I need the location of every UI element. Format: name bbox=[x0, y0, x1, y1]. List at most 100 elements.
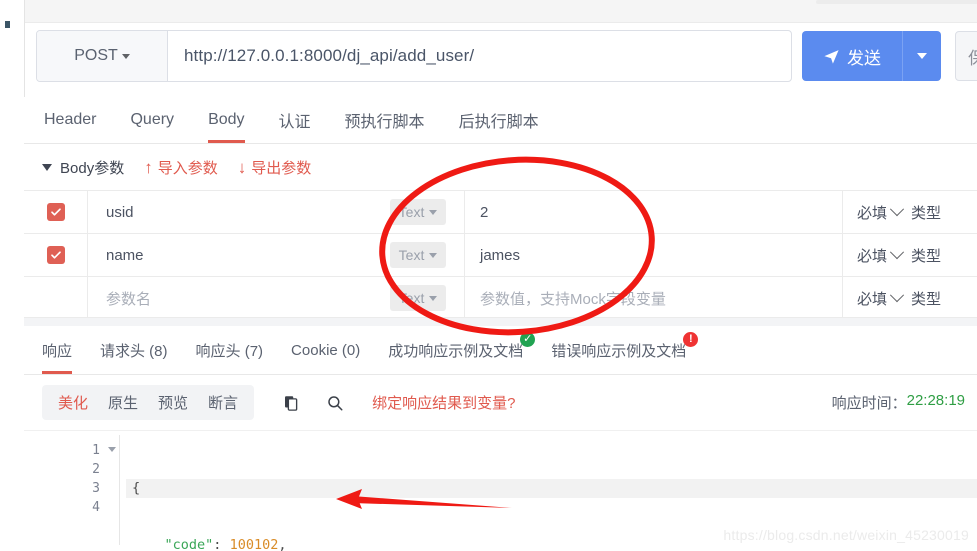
chevron-down-icon bbox=[429, 252, 438, 258]
response-time-value: 22:28:19 bbox=[906, 392, 965, 409]
tab-header[interactable]: Header bbox=[44, 97, 96, 143]
line-number-text: 3 bbox=[92, 481, 100, 496]
chevron-down-icon bbox=[889, 245, 905, 260]
tab-query[interactable]: Query bbox=[130, 97, 174, 143]
line-number: 4 bbox=[64, 498, 104, 517]
json-open-brace: { bbox=[132, 480, 141, 496]
tab-response-headers[interactable]: 响应头 (7) bbox=[196, 326, 264, 374]
method-label: POST bbox=[74, 47, 118, 64]
tab-label: 认证 bbox=[278, 114, 311, 131]
param-name-input[interactable]: 参数名 bbox=[88, 288, 372, 309]
line-number: 2 bbox=[64, 460, 104, 479]
import-params-button[interactable]: ↑ 导入参数 bbox=[144, 157, 218, 178]
badge-glyph: ✓ bbox=[523, 333, 533, 345]
tab-auth[interactable]: 认证 bbox=[279, 97, 311, 143]
tab-success-example[interactable]: 成功响应示例及文档 ✓ bbox=[388, 326, 536, 374]
tab-request-headers[interactable]: 请求头 (8) bbox=[100, 326, 168, 374]
response-time: 响应时间： 22:28:19 bbox=[832, 392, 965, 413]
body-params-toggle[interactable]: Body参数 bbox=[42, 157, 124, 178]
param-value-text: 2 bbox=[480, 203, 489, 221]
param-value-text: james bbox=[480, 246, 521, 264]
tab-cookie[interactable]: Cookie (0) bbox=[291, 326, 360, 374]
success-check-icon: ✓ bbox=[520, 332, 536, 347]
param-type-cell: Text bbox=[372, 199, 464, 225]
ghost-toolbar-chip bbox=[816, 0, 977, 4]
chevron-down-icon bbox=[429, 209, 438, 215]
save-button[interactable]: 保 bbox=[955, 31, 977, 81]
param-type-link[interactable]: 类型 bbox=[911, 245, 941, 266]
param-type-select[interactable]: Text bbox=[389, 242, 447, 268]
line-number: 3 bbox=[64, 479, 104, 498]
chevron-down-icon bbox=[429, 295, 438, 301]
view-mode-raw[interactable]: 原生 bbox=[98, 390, 148, 415]
tab-label: 错误响应示例及文档 bbox=[551, 342, 687, 360]
error-exclamation-icon: ! bbox=[683, 332, 699, 347]
tab-post-script[interactable]: 后执行脚本 bbox=[459, 97, 539, 143]
row-checkbox[interactable] bbox=[46, 246, 65, 264]
param-name-input[interactable]: name bbox=[88, 247, 372, 264]
arrow-down-icon: ↓ bbox=[237, 157, 247, 177]
param-type-select[interactable]: Text bbox=[389, 199, 447, 225]
view-mode-preview[interactable]: 预览 bbox=[148, 390, 198, 415]
tab-label: 响应头 (7) bbox=[195, 342, 264, 360]
chevron-down-icon bbox=[121, 53, 130, 59]
param-required-cell: 必填 类型 bbox=[842, 277, 977, 319]
row-enable-cell bbox=[24, 191, 88, 233]
param-required-cell: 必填 类型 bbox=[842, 234, 977, 276]
param-name-input[interactable]: usid bbox=[88, 204, 372, 221]
json-comma: , bbox=[278, 537, 287, 551]
request-tabs: Header Query Body 认证 预执行脚本 后执行脚本 bbox=[24, 97, 977, 144]
tab-pre-script[interactable]: 预执行脚本 bbox=[345, 97, 425, 143]
param-name-text: usid bbox=[106, 203, 134, 221]
json-key-code: "code" bbox=[164, 537, 214, 551]
send-button[interactable]: 发送 bbox=[802, 31, 902, 81]
param-required-select[interactable]: 必填 bbox=[857, 288, 905, 309]
chevron-down-icon bbox=[889, 202, 905, 217]
response-viewer-toolbar: 美化 原生 预览 断言 绑定响应结果到变量? 响应时间： 22:28:19 bbox=[24, 375, 977, 430]
param-type-select[interactable]: Text bbox=[389, 285, 447, 311]
param-name-placeholder: 参数名 bbox=[106, 290, 152, 308]
table-row: usid Text 2 必填 类型 bbox=[24, 191, 977, 234]
bind-response-variable-link[interactable]: 绑定响应结果到变量? bbox=[372, 392, 515, 413]
chevron-down-icon bbox=[917, 53, 927, 59]
import-params-label: 导入参数 bbox=[157, 159, 218, 177]
param-required-label: 必填 bbox=[857, 204, 888, 222]
url-input[interactable]: http://127.0.0.1:8000/dj_api/add_user/ bbox=[168, 31, 791, 81]
param-type-link[interactable]: 类型 bbox=[911, 202, 941, 223]
body-params-table: usid Text 2 必填 类型 name Text james 必填 类型 … bbox=[24, 190, 977, 320]
line-number: 1 bbox=[64, 441, 116, 460]
param-value-input[interactable]: 参数值，支持Mock字段变量 bbox=[464, 277, 842, 319]
viewer-icon-group bbox=[282, 394, 344, 412]
param-type-cell: Text bbox=[372, 242, 464, 268]
watermark-text: https://blog.csdn.net/weixin_45230019 bbox=[723, 527, 969, 543]
json-colon: : bbox=[213, 537, 230, 551]
param-type-link[interactable]: 类型 bbox=[911, 288, 941, 309]
param-required-select[interactable]: 必填 bbox=[857, 245, 905, 266]
table-row: 参数名 Text 参数值，支持Mock字段变量 必填 类型 bbox=[24, 277, 977, 320]
view-mode-label: 断言 bbox=[208, 395, 239, 412]
view-mode-assert[interactable]: 断言 bbox=[198, 390, 248, 415]
table-row: name Text james 必填 类型 bbox=[24, 234, 977, 277]
tab-label: 后执行脚本 bbox=[458, 114, 539, 131]
api-client-window: POST http://127.0.0.1:8000/dj_api/add_us… bbox=[0, 0, 977, 551]
view-mode-beautify[interactable]: 美化 bbox=[48, 390, 98, 415]
copy-icon[interactable] bbox=[282, 394, 300, 412]
tab-body[interactable]: Body bbox=[208, 97, 246, 143]
param-value-input[interactable]: james bbox=[464, 234, 842, 276]
fold-triangle-icon[interactable] bbox=[108, 447, 116, 452]
tab-response[interactable]: 响应 bbox=[42, 326, 73, 374]
param-value-input[interactable]: 2 bbox=[464, 191, 842, 233]
send-button-label: 发送 bbox=[847, 48, 881, 68]
export-params-button[interactable]: ↓ 导出参数 bbox=[238, 157, 312, 178]
response-tabs: 响应 请求头 (8) 响应头 (7) Cookie (0) 成功响应示例及文档 … bbox=[24, 326, 977, 375]
row-checkbox[interactable] bbox=[46, 203, 65, 221]
param-type-label: Text bbox=[398, 247, 425, 263]
send-options-button[interactable] bbox=[902, 31, 941, 81]
method-select[interactable]: POST bbox=[37, 31, 168, 81]
param-required-select[interactable]: 必填 bbox=[857, 202, 905, 223]
tab-error-example[interactable]: 错误响应示例及文档 ! bbox=[551, 326, 699, 374]
tab-label: Body bbox=[208, 111, 245, 128]
search-icon[interactable] bbox=[326, 394, 344, 412]
arrow-up-icon: ↑ bbox=[144, 157, 153, 177]
line-number-text: 4 bbox=[92, 500, 100, 515]
